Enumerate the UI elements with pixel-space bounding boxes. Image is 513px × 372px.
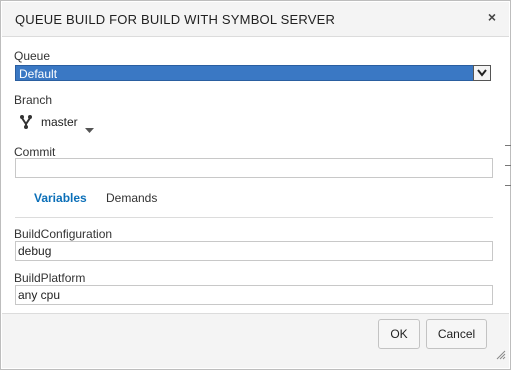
ok-button[interactable]: OK (378, 319, 420, 349)
variable-name-buildconfiguration: BuildConfiguration (14, 227, 113, 241)
queue-selected-value: Default (19, 67, 58, 81)
cancel-button[interactable]: Cancel (426, 319, 487, 349)
buildconfiguration-input[interactable]: debug (15, 241, 493, 261)
dialog-footer: OK Cancel (2, 313, 509, 368)
tab-demands[interactable]: Demands (106, 191, 157, 205)
dialog-title: QUEUE BUILD FOR BUILD WITH SYMBOL SERVER (15, 12, 336, 27)
close-icon[interactable]: × (488, 9, 496, 25)
buildplatform-input[interactable]: any cpu (15, 285, 493, 305)
resize-grip-icon[interactable] (496, 347, 506, 365)
tab-strip: Variables Demands (15, 189, 493, 218)
branch-icon (19, 114, 33, 135)
queue-dropdown[interactable]: Default (15, 65, 491, 81)
commit-input[interactable] (15, 158, 493, 178)
branch-value: master (41, 115, 78, 129)
queue-label: Queue (14, 49, 51, 63)
background-edge-right (505, 140, 511, 200)
chevron-down-icon[interactable] (473, 65, 491, 81)
commit-label: Commit (14, 145, 56, 159)
queue-build-dialog: QUEUE BUILD FOR BUILD WITH SYMBOL SERVER… (0, 0, 511, 370)
tab-variables[interactable]: Variables (34, 191, 87, 205)
branch-label: Branch (14, 93, 53, 107)
caret-down-icon[interactable] (85, 120, 94, 138)
variable-name-buildplatform: BuildPlatform (14, 271, 86, 285)
dialog-header: QUEUE BUILD FOR BUILD WITH SYMBOL SERVER… (2, 2, 509, 37)
